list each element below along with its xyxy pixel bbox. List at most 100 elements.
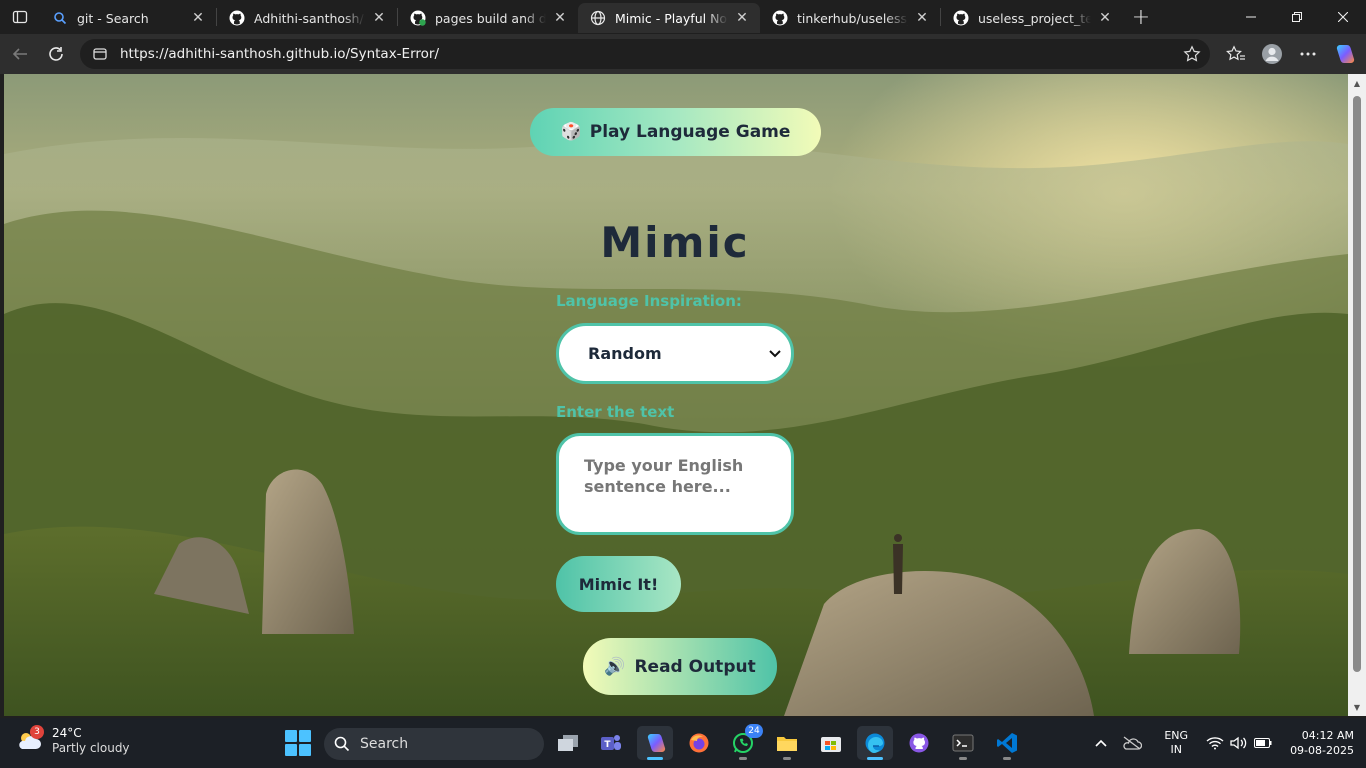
- taskbar-clock[interactable]: 04:12 AM 09-08-2025: [1290, 728, 1354, 758]
- text-label: Enter the text: [556, 403, 675, 421]
- site-info-icon[interactable]: [92, 46, 108, 62]
- tab-github-repo[interactable]: Adhithi-santhosh/Syntax-Error ✕: [217, 3, 397, 33]
- language-select[interactable]: Random: [556, 323, 794, 384]
- copilot-button[interactable]: [1326, 38, 1362, 70]
- show-hidden-icons-button[interactable]: [1094, 738, 1108, 748]
- read-output-button[interactable]: 🔊 Read Output: [583, 638, 777, 695]
- edge-app[interactable]: [857, 726, 893, 760]
- teams-icon: T: [601, 735, 621, 750]
- battery-icon: [1254, 738, 1272, 748]
- running-indicator: [783, 757, 791, 760]
- close-window-button[interactable]: [1320, 0, 1366, 34]
- battery-status[interactable]: [1254, 738, 1272, 748]
- onedrive-status[interactable]: [1122, 736, 1143, 750]
- page-scrollbar[interactable]: ▲ ▼: [1348, 74, 1366, 716]
- minimize-button[interactable]: [1228, 0, 1274, 34]
- terminal-app[interactable]: [945, 726, 981, 760]
- restore-button[interactable]: [1274, 0, 1320, 34]
- wifi-status[interactable]: [1206, 736, 1224, 750]
- input-language-indicator[interactable]: ENG IN: [1164, 729, 1188, 757]
- scrollbar-thumb[interactable]: [1353, 96, 1361, 672]
- restore-icon: [1292, 12, 1302, 22]
- favorites-list-icon: [1226, 45, 1245, 61]
- github-desktop-app[interactable]: [901, 726, 937, 760]
- github-icon: [229, 10, 245, 26]
- weather-widget[interactable]: 3 24°C Partly cloudy: [16, 725, 130, 756]
- close-tab-icon[interactable]: ✕: [190, 10, 206, 26]
- volume-icon: [1230, 736, 1247, 750]
- favorite-star-button[interactable]: [1174, 45, 1210, 63]
- profile-button[interactable]: [1254, 38, 1290, 70]
- close-tab-icon[interactable]: ✕: [1097, 10, 1113, 26]
- copilot-app[interactable]: [637, 726, 673, 760]
- tab-strip: git - Search ✕ Adhithi-santhosh/Syntax-E…: [0, 0, 1366, 34]
- search-label: Search: [360, 736, 409, 752]
- terminal-icon: [952, 734, 974, 752]
- mimic-it-button[interactable]: Mimic It!: [556, 556, 681, 612]
- firefox-app[interactable]: [681, 726, 717, 760]
- windows-logo-tile: [285, 730, 297, 742]
- weather-temp: 24°C: [52, 726, 82, 740]
- close-tab-icon[interactable]: ✕: [552, 10, 568, 26]
- running-indicator: [739, 757, 747, 760]
- minimize-icon: [1246, 16, 1256, 18]
- refresh-button[interactable]: [38, 38, 74, 70]
- tab-useless-readme[interactable]: useless_project_temp/README ✕: [941, 3, 1123, 33]
- settings-more-button[interactable]: [1290, 38, 1326, 70]
- refresh-icon: [49, 47, 63, 61]
- file-explorer-app[interactable]: [769, 726, 805, 760]
- running-indicator: [867, 757, 883, 760]
- dice-icon: 🎲: [560, 122, 582, 142]
- partly-cloudy-icon: 3: [16, 725, 44, 755]
- github-actions-icon: [410, 10, 426, 26]
- play-language-game-button[interactable]: 🎲 Play Language Game: [530, 108, 821, 156]
- whatsapp-app[interactable]: 24: [725, 724, 763, 760]
- browser-toolbar: https://adhithi-santhosh.github.io/Synta…: [0, 34, 1366, 74]
- store-icon: [821, 737, 841, 752]
- back-button[interactable]: [2, 38, 38, 70]
- language-line1: ENG: [1164, 729, 1189, 742]
- address-bar[interactable]: https://adhithi-santhosh.github.io/Synta…: [80, 39, 1210, 69]
- tab-actions-button[interactable]: [0, 0, 40, 34]
- speaker-icon: 🔊: [604, 656, 626, 677]
- tab-git-search[interactable]: git - Search ✕: [40, 3, 216, 33]
- github-desktop-icon: [909, 733, 929, 753]
- language-line2: IN: [1170, 743, 1182, 756]
- language-selected-value: Random: [588, 344, 662, 363]
- page-viewport: [4, 74, 1348, 716]
- close-icon: [1338, 12, 1348, 22]
- scroll-down-icon[interactable]: ▼: [1352, 702, 1362, 712]
- close-tab-icon[interactable]: ✕: [371, 10, 387, 26]
- favorites-button[interactable]: [1218, 38, 1254, 70]
- close-tab-icon[interactable]: ✕: [734, 10, 750, 26]
- search-icon: [334, 736, 350, 752]
- github-icon: [772, 10, 788, 26]
- copilot-icon: [647, 734, 666, 752]
- tab-mimic-active[interactable]: Mimic - Playful Nonsense Generator ✕: [578, 3, 760, 33]
- windows-logo-tile: [299, 730, 311, 742]
- mountain-background-image: [4, 137, 1348, 716]
- tab-tinkerhub[interactable]: tinkerhub/useless_project ✕: [760, 3, 940, 33]
- task-view-button[interactable]: [550, 726, 586, 760]
- new-tab-button[interactable]: +: [1123, 0, 1159, 34]
- page-title: Mimic: [600, 218, 750, 267]
- english-text-input[interactable]: Type your English sentence here...: [556, 433, 794, 535]
- windows-logo-tile: [299, 744, 311, 756]
- weather-badge: 3: [30, 725, 44, 739]
- start-button[interactable]: [285, 730, 311, 756]
- firefox-icon: [689, 733, 709, 753]
- bing-search-icon: [52, 10, 68, 26]
- edge-icon: [865, 733, 885, 753]
- github-icon: [953, 10, 969, 26]
- teams-app[interactable]: T: [593, 726, 629, 760]
- scroll-up-icon[interactable]: ▲: [1352, 78, 1362, 88]
- close-tab-icon[interactable]: ✕: [914, 10, 930, 26]
- microsoft-store-app[interactable]: [813, 726, 849, 760]
- tab-actions-icon: [12, 10, 28, 24]
- weather-condition: Partly cloudy: [52, 741, 130, 755]
- vscode-app[interactable]: [989, 726, 1025, 760]
- tab-pages-build[interactable]: pages build and deployment ✕: [398, 3, 578, 33]
- url-text: https://adhithi-santhosh.github.io/Synta…: [120, 46, 440, 62]
- taskbar-search[interactable]: Search: [324, 728, 544, 760]
- volume-status[interactable]: [1230, 736, 1248, 750]
